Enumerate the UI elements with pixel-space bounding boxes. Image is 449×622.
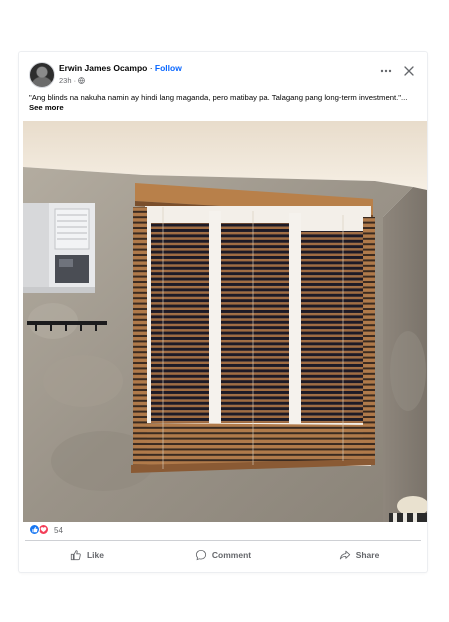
like-label: Like	[86, 550, 104, 560]
share-button[interactable]: Share	[291, 542, 427, 568]
reaction-count[interactable]: 54	[54, 526, 63, 535]
post-caption: "Ang blinds na nakuha namin ay hindi lan…	[29, 93, 421, 113]
feed-post: Erwin James Ocampo · Follow 23h · "Ang b…	[19, 52, 427, 572]
author-name[interactable]: Erwin James Ocampo	[59, 63, 147, 73]
author-avatar[interactable]	[29, 62, 55, 88]
like-button[interactable]: Like	[19, 542, 155, 568]
post-photo[interactable]	[23, 121, 427, 522]
close-icon[interactable]	[402, 64, 416, 78]
post-meta: 23h ·	[59, 76, 85, 85]
globe-icon	[78, 77, 85, 84]
caption-text: "Ang blinds na nakuha namin ay hindi lan…	[29, 93, 408, 102]
reaction-icons	[29, 524, 51, 536]
post-time[interactable]: 23h ·	[59, 76, 76, 85]
comment-icon	[195, 549, 206, 561]
like-icon	[29, 524, 40, 535]
comment-label: Comment	[211, 550, 252, 560]
share-icon	[339, 550, 350, 560]
reaction-summary[interactable]: 54	[29, 524, 63, 536]
thumbs-up-icon	[70, 550, 81, 561]
post-actions: Like Comment Share	[19, 542, 427, 568]
more-options-icon[interactable]	[379, 66, 393, 76]
share-label: Share	[355, 550, 380, 560]
separator: ·	[147, 63, 155, 73]
divider	[25, 540, 421, 541]
author-line: Erwin James Ocampo · Follow	[59, 63, 182, 73]
comment-button[interactable]: Comment	[155, 542, 291, 568]
see-more-link[interactable]: See more	[29, 103, 64, 112]
follow-button[interactable]: Follow	[155, 63, 182, 73]
post-header: Erwin James Ocampo · Follow 23h ·	[19, 52, 427, 90]
